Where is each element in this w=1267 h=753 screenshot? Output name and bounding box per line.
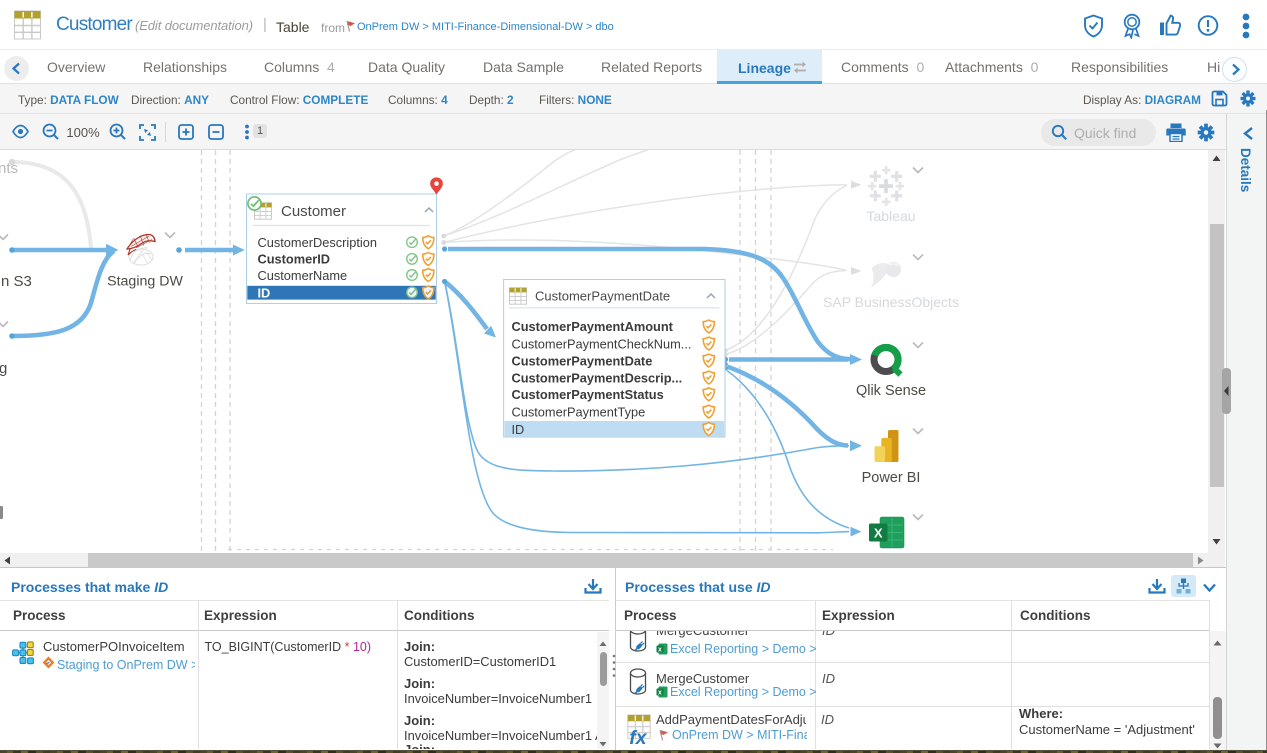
svg-text:CustomerPaymentDate: CustomerPaymentDate — [535, 289, 670, 304]
svg-text:CustomerID: CustomerID — [258, 252, 331, 267]
svg-text:CustomerDescription: CustomerDescription — [258, 235, 377, 250]
svg-text:CustomerName: CustomerName — [258, 268, 348, 283]
svg-text:CustomerPaymentType: CustomerPaymentType — [512, 404, 646, 419]
svg-text:Staging DW: Staging DW — [107, 274, 183, 290]
svg-text:g: g — [0, 360, 7, 377]
svg-text:nts: nts — [0, 160, 18, 177]
svg-text:CustomerPaymentStatus: CustomerPaymentStatus — [512, 387, 664, 402]
svg-text:CustomerPaymentDescrip...: CustomerPaymentDescrip... — [512, 370, 683, 385]
svg-text:fx: fx — [629, 727, 647, 748]
svg-text:Qlik Sense: Qlik Sense — [856, 383, 926, 399]
svg-text:CustomerPaymentDate: CustomerPaymentDate — [512, 353, 653, 368]
svg-text:CustomerPaymentCheckNum...: CustomerPaymentCheckNum... — [512, 336, 692, 351]
svg-text:ID: ID — [258, 285, 271, 300]
svg-text:SAP BusinessObjects: SAP BusinessObjects — [823, 294, 959, 310]
svg-text:x: x — [658, 690, 662, 697]
svg-text:x: x — [658, 647, 662, 654]
svg-text:Customer: Customer — [281, 203, 346, 220]
svg-text:Power BI: Power BI — [862, 470, 921, 486]
svg-text:n S3: n S3 — [1, 273, 32, 290]
svg-text:ID: ID — [512, 422, 525, 437]
svg-text:Tableau: Tableau — [866, 208, 915, 224]
svg-text:X: X — [874, 526, 883, 541]
svg-text:CustomerPaymentAmount: CustomerPaymentAmount — [512, 319, 674, 334]
